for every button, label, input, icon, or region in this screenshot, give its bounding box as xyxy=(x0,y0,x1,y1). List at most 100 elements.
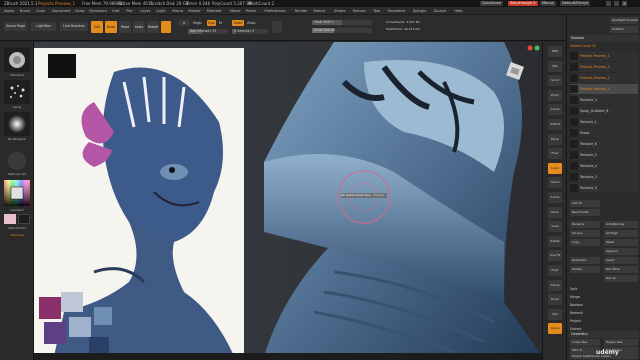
tool-aahalf-button[interactable]: AAHalf xyxy=(548,119,562,130)
menu-brush[interactable]: Brush xyxy=(20,7,30,15)
subtool-item[interactable]: Tentacle_3 xyxy=(570,95,638,105)
canvas-viewport[interactable]: SP-QADV Draw Size Frontal xyxy=(34,42,542,356)
standard-brush-thumbnail[interactable] xyxy=(4,48,30,72)
subtool-item[interactable]: Projects Preview_2 xyxy=(570,73,638,83)
green-dot-icon[interactable] xyxy=(534,45,540,51)
all-high-button[interactable]: All High xyxy=(604,230,638,237)
geometry-header[interactable]: Geometry xyxy=(569,331,639,338)
menu-light[interactable]: Light xyxy=(156,7,165,15)
spray-stroke-thumbnail[interactable] xyxy=(4,80,30,104)
boolean-menu[interactable]: Boolean xyxy=(570,302,638,308)
menu-help[interactable]: Help xyxy=(454,7,462,15)
minimize-icon[interactable] xyxy=(606,1,611,6)
subtool-item[interactable]: Projects Preview_4 xyxy=(570,84,638,94)
main-color-swatch[interactable] xyxy=(4,214,16,224)
edit-button[interactable]: Edit xyxy=(91,21,103,33)
secondary-color-swatch[interactable] xyxy=(18,214,30,224)
lightbox-button[interactable]: LightBox xyxy=(31,22,56,31)
remesh-menu[interactable]: Remesh xyxy=(570,310,638,316)
subtool-master-button[interactable]: SubTool xyxy=(610,26,638,33)
menu-marker[interactable]: Marker xyxy=(188,7,200,15)
alpha-thumbnail[interactable] xyxy=(4,112,30,136)
tool-scale-button[interactable]: Scale xyxy=(548,221,562,233)
subtool-item[interactable]: Spray_Gradient_B xyxy=(570,106,638,116)
menu-draw[interactable]: Draw xyxy=(75,7,84,15)
m-button[interactable]: M xyxy=(219,21,222,25)
red-dot-icon[interactable] xyxy=(527,45,533,51)
subtool-item[interactable]: Tentacle_2 xyxy=(570,172,638,182)
rename-button[interactable]: Rename xyxy=(570,221,600,228)
rgb-button[interactable]: Rgb xyxy=(207,20,216,26)
menu-render[interactable]: Render xyxy=(295,7,308,15)
rotate-button[interactable]: Rotate xyxy=(147,21,159,33)
subtool-item[interactable]: Tentacle_5 xyxy=(570,150,638,160)
tool-ghost-button[interactable]: Ghost xyxy=(548,294,562,306)
menu-zscript[interactable]: Zscript xyxy=(434,7,446,15)
alternate-label[interactable]: Alternate xyxy=(0,233,34,237)
z-intensity-slider[interactable]: Z Intensity 5 xyxy=(232,29,268,34)
tool-spix-button[interactable]: SPix xyxy=(548,60,562,72)
menu-material[interactable]: Material xyxy=(207,7,222,15)
menu-tool[interactable]: Tool xyxy=(373,7,380,15)
dynamic-button[interactable] xyxy=(272,21,282,33)
menu-alpha[interactable]: Alpha xyxy=(4,7,14,15)
switch-color-label[interactable]: SwitchColor xyxy=(0,226,34,230)
default-zscript-button[interactable]: DefaultZScript xyxy=(560,1,591,6)
see-through-slider[interactable]: See-through 0 xyxy=(508,1,538,6)
live-boolean-button[interactable]: Live Boolean xyxy=(60,22,88,31)
tool-polyf-button[interactable]: PolyF xyxy=(548,265,562,276)
delete-button[interactable]: Delete xyxy=(570,266,600,273)
menus-button[interactable]: Menus xyxy=(540,1,556,6)
subtool-item[interactable]: Tentacle_9 xyxy=(570,183,638,193)
maximize-icon[interactable] xyxy=(614,1,619,6)
tool-zoom-button[interactable]: Zoom xyxy=(548,89,562,101)
menu-layer[interactable]: Layer xyxy=(140,7,150,15)
spotlight-projection-button[interactable]: Spotlight Projection xyxy=(610,17,638,24)
close-icon[interactable]: × xyxy=(622,1,627,6)
menu-texture[interactable]: Texture xyxy=(352,7,365,15)
menu-stencil[interactable]: Stencil xyxy=(313,7,325,15)
menu-color[interactable]: Color xyxy=(36,7,45,15)
tool-scroll-button[interactable]: Scroll xyxy=(548,75,562,87)
zadd-button[interactable]: Zadd xyxy=(232,20,244,26)
tool-xpose-button[interactable]: Xpose xyxy=(548,323,562,335)
subtool-item[interactable]: Projects Preview_1 xyxy=(570,51,638,61)
new-folder-button[interactable]: New Folder xyxy=(570,209,600,216)
subtool-item[interactable]: Tentacle_4 xyxy=(570,161,638,171)
tool-move-button[interactable]: Move xyxy=(548,206,562,218)
copy-button[interactable]: Copy xyxy=(570,239,600,246)
merge-menu[interactable]: Merge xyxy=(570,294,638,300)
del-other-button[interactable]: Del Other xyxy=(604,266,638,273)
menu-edit[interactable]: Edit xyxy=(112,7,119,15)
rgb-intensity-slider[interactable]: Rgb Intensity 35 xyxy=(188,29,228,34)
material-thumbnail[interactable] xyxy=(8,152,26,170)
split-menu[interactable]: Split xyxy=(570,286,638,292)
mrgb-button[interactable]: Mrgb xyxy=(193,21,202,25)
menu-preferences[interactable]: Preferences xyxy=(264,7,285,15)
insert-button[interactable]: Insert xyxy=(604,257,638,264)
menu-stroke[interactable]: Stroke xyxy=(334,7,345,15)
all-low-button[interactable]: All Low xyxy=(570,230,600,237)
quicksave-button[interactable]: QuickSave xyxy=(480,1,503,6)
paste-button[interactable]: Paste xyxy=(604,239,638,246)
subtool-item[interactable]: Projects Preview_3 xyxy=(570,62,638,72)
tool-actual-button[interactable]: Actual xyxy=(548,104,562,116)
append-button[interactable]: Append xyxy=(604,248,638,255)
home-page-button[interactable]: Home Page xyxy=(4,22,27,31)
list-all-button[interactable]: List All xyxy=(570,200,600,207)
focal-shift-slider[interactable]: Focal Shift 0 xyxy=(312,20,372,25)
subtool-item[interactable]: Tentacle_6 xyxy=(570,139,638,149)
subtool-item[interactable]: Tentacle_1 xyxy=(570,117,638,127)
subtool-item[interactable]: Ghost xyxy=(570,128,638,138)
tool-gizmo-button[interactable]: Gizmo xyxy=(548,177,562,189)
menu-macro[interactable]: Macro xyxy=(172,7,183,15)
move-button[interactable]: Move xyxy=(119,21,131,33)
menu-dynamics[interactable]: Dynamics xyxy=(89,7,107,15)
color-picker[interactable] xyxy=(4,180,30,206)
tool-transp-button[interactable]: Transp xyxy=(548,279,562,291)
visible-count[interactable]: Visible Count 10 xyxy=(570,43,638,49)
menu-file[interactable]: File xyxy=(126,7,132,15)
tool-floor-button[interactable]: Floor xyxy=(548,148,562,160)
tool-rotate-button[interactable]: Rotate xyxy=(548,235,562,247)
subtool-header[interactable]: Subtool xyxy=(569,35,639,42)
